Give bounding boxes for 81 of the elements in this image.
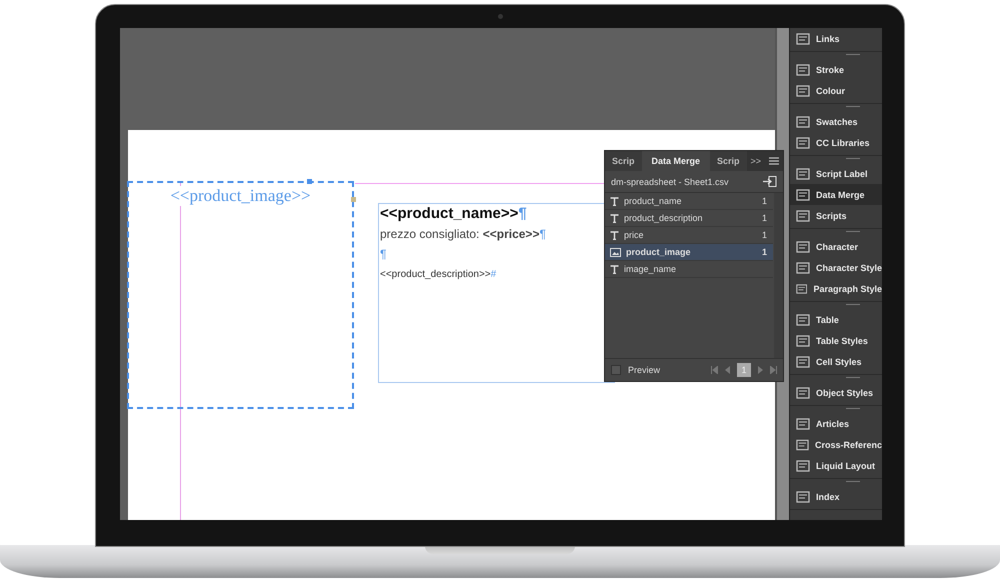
field-name: product_name [624, 196, 682, 206]
dock-panel-button[interactable]: Colour [790, 80, 882, 101]
import-icon[interactable] [763, 176, 777, 187]
field-row[interactable]: product_name 1 [605, 193, 773, 210]
panel-icon [796, 282, 808, 294]
field-name: product_description [624, 213, 703, 223]
frame-handle[interactable] [351, 197, 356, 202]
panel-icon [796, 438, 809, 450]
panel-icon [796, 32, 810, 44]
panel-icon [796, 314, 810, 326]
panel-icon [796, 460, 810, 472]
dock-panel-button[interactable]: Object Styles [790, 382, 882, 403]
image-placeholder: <<product_image>> [170, 186, 311, 206]
last-record-icon[interactable] [770, 366, 777, 374]
first-record-icon[interactable] [711, 366, 718, 374]
panel-tab[interactable]: Data Merge [642, 151, 710, 171]
merge-field-text: <<product_name>> [380, 205, 518, 222]
text-field-icon [610, 196, 619, 206]
field-row[interactable]: product_image 1 [605, 244, 773, 261]
dock-panel-button[interactable]: Cell Styles [790, 351, 882, 372]
panel-icon [796, 240, 810, 252]
panel-icon [796, 386, 810, 398]
panel-icon [796, 84, 810, 96]
panel-tab[interactable]: Scrip [605, 151, 642, 171]
preview-label: Preview [628, 365, 660, 375]
panel-icon [796, 356, 810, 368]
dock-panel-button[interactable]: Swatches [790, 111, 882, 132]
dock-panel-button[interactable]: Table Styles [790, 330, 882, 351]
merge-field-text: <<product_description>> [380, 269, 491, 280]
field-name: product_image [626, 247, 691, 257]
panel-icon [796, 64, 810, 76]
dock-panel-button[interactable]: Character Style [790, 257, 882, 278]
field-row[interactable]: product_description 1 [605, 210, 773, 227]
panel-icon [796, 334, 810, 346]
panel-icon [796, 210, 810, 222]
panel-icon [796, 188, 810, 200]
field-count: 1 [762, 247, 767, 257]
paragraph-mark: ¶ [518, 205, 527, 222]
panel-icon [796, 136, 810, 148]
dock-panel-button[interactable]: Links [790, 28, 882, 49]
dock-panel-button[interactable]: Data Merge [790, 184, 882, 205]
paragraph-mark: ¶ [380, 247, 386, 261]
panel-icon [796, 262, 810, 274]
merge-field-text: prezzo consigliato: <<price>> [380, 227, 540, 241]
panel-icon [796, 490, 810, 502]
dock-panel-button[interactable]: Stroke [790, 59, 882, 80]
panel-icon [796, 116, 810, 128]
dock-panel-button[interactable]: Script Label [790, 163, 882, 184]
previous-record-icon[interactable] [725, 366, 730, 374]
text-field-icon [610, 214, 619, 222]
field-count: 1 [762, 230, 767, 240]
preview-checkbox[interactable] [611, 365, 621, 375]
panel-tab[interactable]: Scrip [710, 151, 747, 171]
dock-panel-button[interactable]: Character [790, 236, 882, 257]
dock-panel-button[interactable]: Liquid Layout [790, 455, 882, 476]
dock-panel-button[interactable]: Cross-Referenc [790, 434, 882, 455]
frame-handle[interactable] [307, 179, 312, 184]
text-field-icon [610, 264, 619, 274]
scrollbar[interactable] [774, 193, 783, 358]
panel-icon [796, 418, 810, 430]
dock-panel-button[interactable]: CC Libraries [790, 132, 882, 153]
field-name: image_name [624, 264, 676, 274]
dock-panel-button[interactable]: Scripts [790, 205, 882, 226]
image-field-icon [610, 248, 621, 256]
next-record-icon[interactable] [758, 366, 763, 374]
field-count: 1 [762, 213, 767, 223]
dock-panel-button[interactable]: Index [790, 486, 882, 507]
dock-panel-button[interactable]: Articles [790, 413, 882, 434]
field-row[interactable]: image_name [605, 261, 773, 278]
camera-icon [498, 14, 503, 19]
text-field-icon [610, 230, 619, 240]
data-source-name: dm-spreadsheet - Sheet1.csv [611, 176, 729, 186]
panel-overflow-button[interactable]: >> [746, 156, 766, 166]
paragraph-mark: # [490, 269, 496, 280]
field-name: price [624, 230, 644, 240]
panel-icon [796, 168, 810, 180]
field-count: 1 [762, 196, 767, 206]
menu-icon[interactable] [769, 157, 779, 165]
dock-panel-button[interactable]: Table [790, 309, 882, 330]
paragraph-mark: ¶ [539, 227, 546, 241]
dock-panel-button[interactable]: Paragraph Style [790, 278, 882, 299]
